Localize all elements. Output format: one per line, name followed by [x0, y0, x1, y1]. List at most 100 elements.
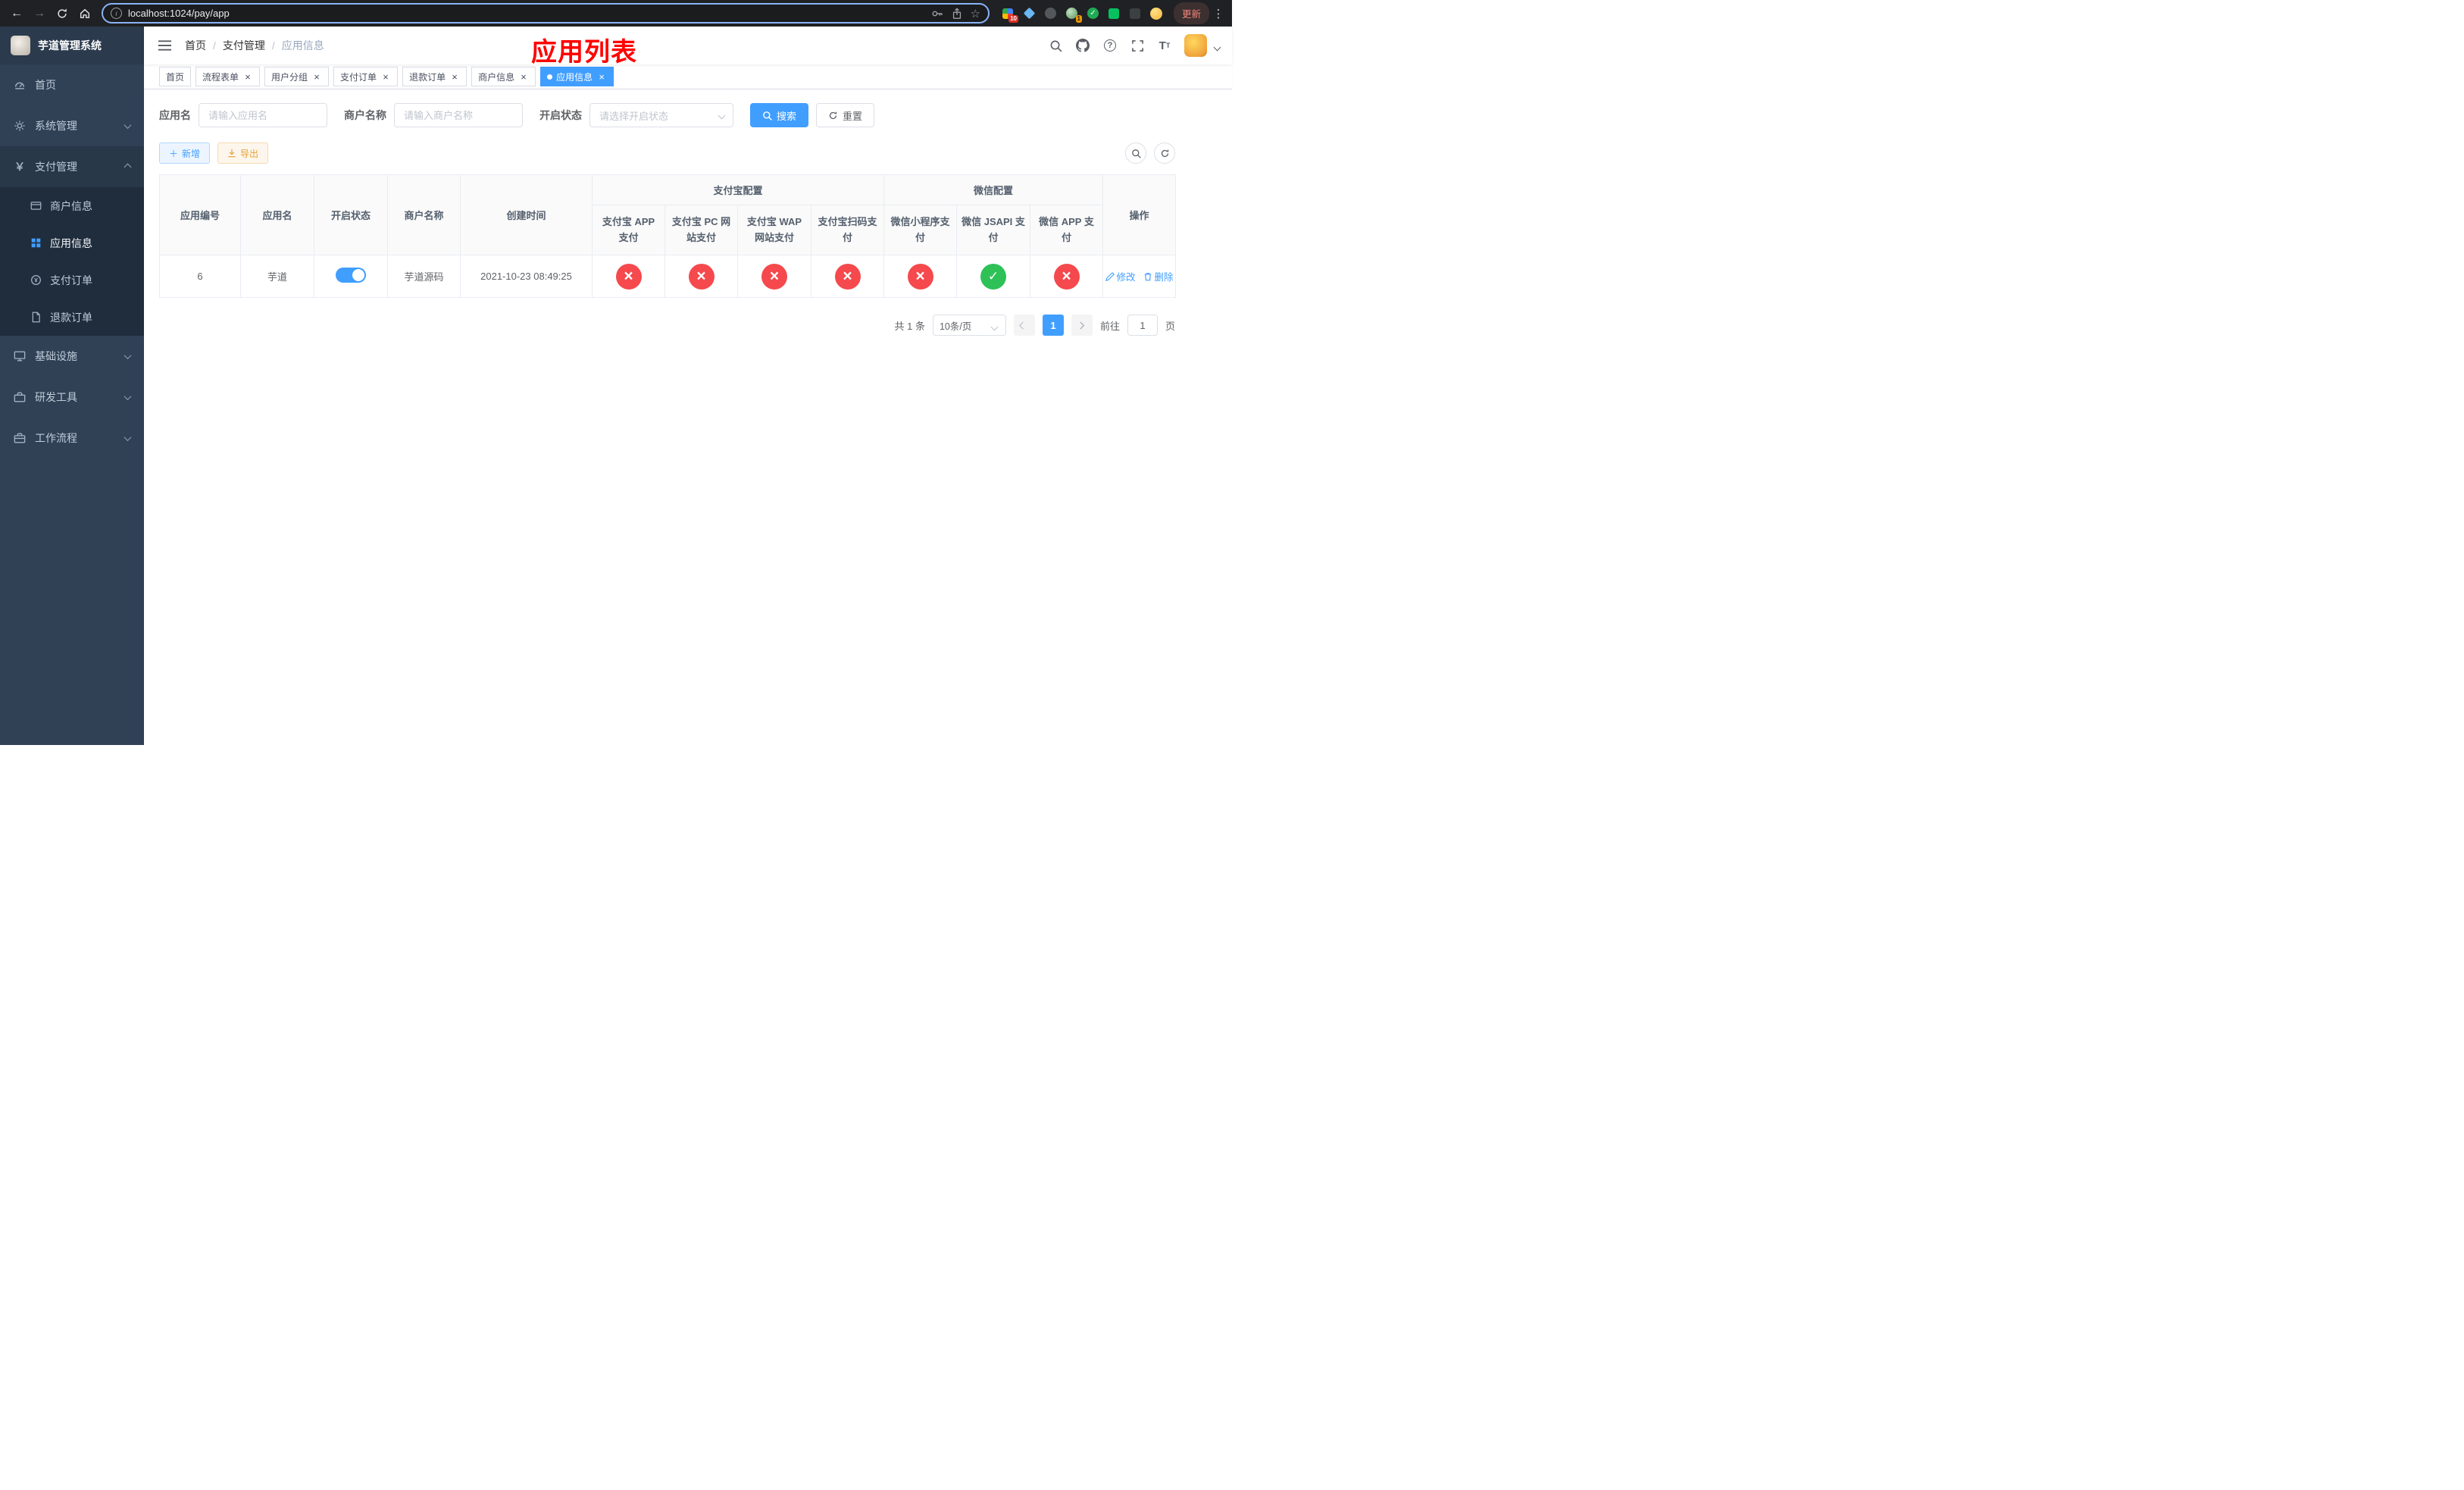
share-icon[interactable] [951, 7, 963, 20]
breadcrumb-home[interactable]: 首页 [185, 38, 206, 53]
tab-close-icon[interactable]: × [596, 71, 607, 82]
cell-merchant: 芋道源码 [387, 255, 461, 298]
sidebar-group-payment: ￥ 支付管理 商户信息 应用信息 支付订单 退款订单 [0, 146, 144, 336]
sidebar-item-label: 工作流程 [35, 432, 77, 444]
tab-merchant-info[interactable]: 商户信息 × [471, 67, 536, 86]
user-menu-caret-icon[interactable] [1213, 43, 1221, 51]
extensions-icon[interactable]: 10 [999, 4, 1018, 23]
current-page-button[interactable]: 1 [1042, 315, 1064, 336]
toggle-search-button[interactable] [1125, 142, 1146, 164]
delete-link[interactable]: 删除 [1143, 269, 1174, 283]
edit-link[interactable]: 修改 [1105, 269, 1136, 283]
alipay-qr-disabled-icon [834, 263, 861, 290]
sidebar-item-system[interactable]: 系统管理 [0, 105, 144, 146]
back-icon[interactable]: ← [6, 3, 27, 24]
search-button[interactable]: 搜索 [750, 103, 809, 127]
tab-pay-order[interactable]: 支付订单 × [333, 67, 399, 86]
help-icon[interactable]: ? [1102, 38, 1118, 53]
sidebar-item-refund-order[interactable]: 退款订单 [0, 299, 144, 336]
sidebar-item-payment[interactable]: ￥ 支付管理 [0, 146, 144, 187]
pagination: 共 1 条 10条/页 1 前往 页 [159, 315, 1175, 336]
header-search-icon[interactable] [1048, 38, 1063, 53]
url-bar[interactable]: i localhost:1024/pay/app ☆ [102, 3, 990, 23]
goto-page-input[interactable] [1127, 315, 1158, 336]
extension-gem-icon[interactable] [1020, 4, 1039, 23]
tab-close-icon[interactable]: × [311, 71, 322, 82]
key-icon[interactable] [931, 8, 943, 20]
tab-label: 应用信息 [556, 71, 593, 83]
home-icon[interactable] [74, 3, 95, 24]
breadcrumb-section[interactable]: 支付管理 [223, 38, 265, 53]
wx-jsapi-enabled-icon [980, 263, 1007, 290]
export-button[interactable]: 导出 [217, 142, 269, 164]
sidebar-item-merchant-info[interactable]: 商户信息 [0, 187, 144, 224]
prev-page-button[interactable] [1013, 315, 1035, 336]
extension-puzzle2-icon[interactable] [1126, 4, 1145, 23]
fullscreen-icon[interactable] [1130, 38, 1145, 53]
col-app-name: 应用名 [240, 174, 314, 255]
font-size-icon[interactable]: TT [1157, 38, 1172, 53]
reload-icon[interactable] [52, 3, 73, 24]
sidebar-item-label: 系统管理 [35, 120, 77, 132]
tab-process-form[interactable]: 流程表单 × [195, 67, 261, 86]
update-button[interactable]: 更新 [1173, 2, 1209, 24]
refresh-table-button[interactable] [1154, 142, 1175, 164]
tab-close-icon[interactable]: × [518, 71, 529, 82]
chevron-down-icon [124, 351, 132, 359]
chevron-up-icon [124, 163, 132, 171]
url-text[interactable]: localhost:1024/pay/app [128, 8, 925, 19]
col-app-id: 应用编号 [159, 174, 241, 255]
next-page-button[interactable] [1071, 315, 1093, 336]
bookmark-star-icon[interactable]: ☆ [971, 7, 980, 20]
search-icon [763, 111, 772, 121]
extension-avatar-icon[interactable]: 1 [1062, 4, 1082, 23]
app-name-input[interactable] [199, 103, 327, 127]
tab-home[interactable]: 首页 [159, 67, 192, 86]
tab-close-icon[interactable]: × [380, 71, 391, 82]
total-count: 共 1 条 [894, 320, 925, 332]
browser-menu-icon[interactable]: ⋮ [1211, 7, 1226, 20]
col-wx-jsapi: 微信 JSAPI 支付 [956, 205, 1031, 255]
cell-actions: 修改 删除 [1102, 255, 1177, 298]
page-size-select[interactable]: 10条/页 [932, 315, 1006, 336]
sidebar-item-pay-order[interactable]: 支付订单 [0, 261, 144, 299]
export-button-label: 导出 [240, 148, 259, 159]
navbar: 首页 / 支付管理 / 应用信息 ? TT [144, 27, 1232, 64]
goto-label: 前往 [1099, 320, 1120, 332]
tab-user-group[interactable]: 用户分组 × [264, 67, 330, 86]
sidebar-item-workflow[interactable]: 工作流程 [0, 418, 144, 459]
extension-emoji-icon[interactable] [1147, 4, 1166, 23]
merchant-name-input[interactable] [394, 103, 523, 127]
site-info-icon[interactable]: i [111, 8, 122, 19]
forward-icon[interactable]: → [29, 3, 50, 24]
app-logo[interactable]: 芋道管理系统 [0, 27, 144, 64]
user-avatar[interactable] [1184, 34, 1207, 57]
sidebar-item-dev-tools[interactable]: 研发工具 [0, 377, 144, 418]
sidebar-item-home[interactable]: 首页 [0, 64, 144, 105]
status-select[interactable]: 请选择开启状态 [589, 103, 733, 127]
col-alipay-qr: 支付宝扫码支付 [810, 205, 885, 255]
reset-button[interactable]: 重置 [816, 103, 875, 127]
tab-label: 商户信息 [478, 71, 515, 83]
app-name-label: 应用名 [159, 109, 191, 121]
goto-suffix: 页 [1165, 320, 1175, 332]
alipay-pc-disabled-icon [688, 263, 714, 290]
card-icon [30, 200, 42, 211]
sidebar-item-infra[interactable]: 基础设施 [0, 336, 144, 377]
add-button[interactable]: ＋ 新增 [159, 142, 211, 164]
tab-close-icon[interactable]: × [242, 71, 253, 82]
tab-close-icon[interactable]: × [449, 71, 460, 82]
trash-icon [1144, 272, 1151, 280]
extension-dark-icon[interactable] [1041, 4, 1060, 23]
content: 应用名 商户名称 开启状态 请选择开启状态 搜索 重置 [144, 89, 1232, 745]
sidebar-item-app-info[interactable]: 应用信息 [0, 224, 144, 261]
tab-app-info[interactable]: 应用信息 × [540, 67, 614, 86]
col-alipay-wap: 支付宝 WAP 网站支付 [737, 205, 811, 255]
extension-check-icon[interactable]: ✓ [1083, 4, 1102, 23]
extension-chat-icon[interactable] [1105, 4, 1124, 23]
hamburger-icon[interactable] [156, 38, 173, 53]
enabled-toggle[interactable] [336, 268, 366, 283]
tab-refund-order[interactable]: 退款订单 × [402, 67, 467, 86]
plus-icon: ＋ [169, 148, 179, 159]
github-icon[interactable] [1075, 38, 1090, 53]
